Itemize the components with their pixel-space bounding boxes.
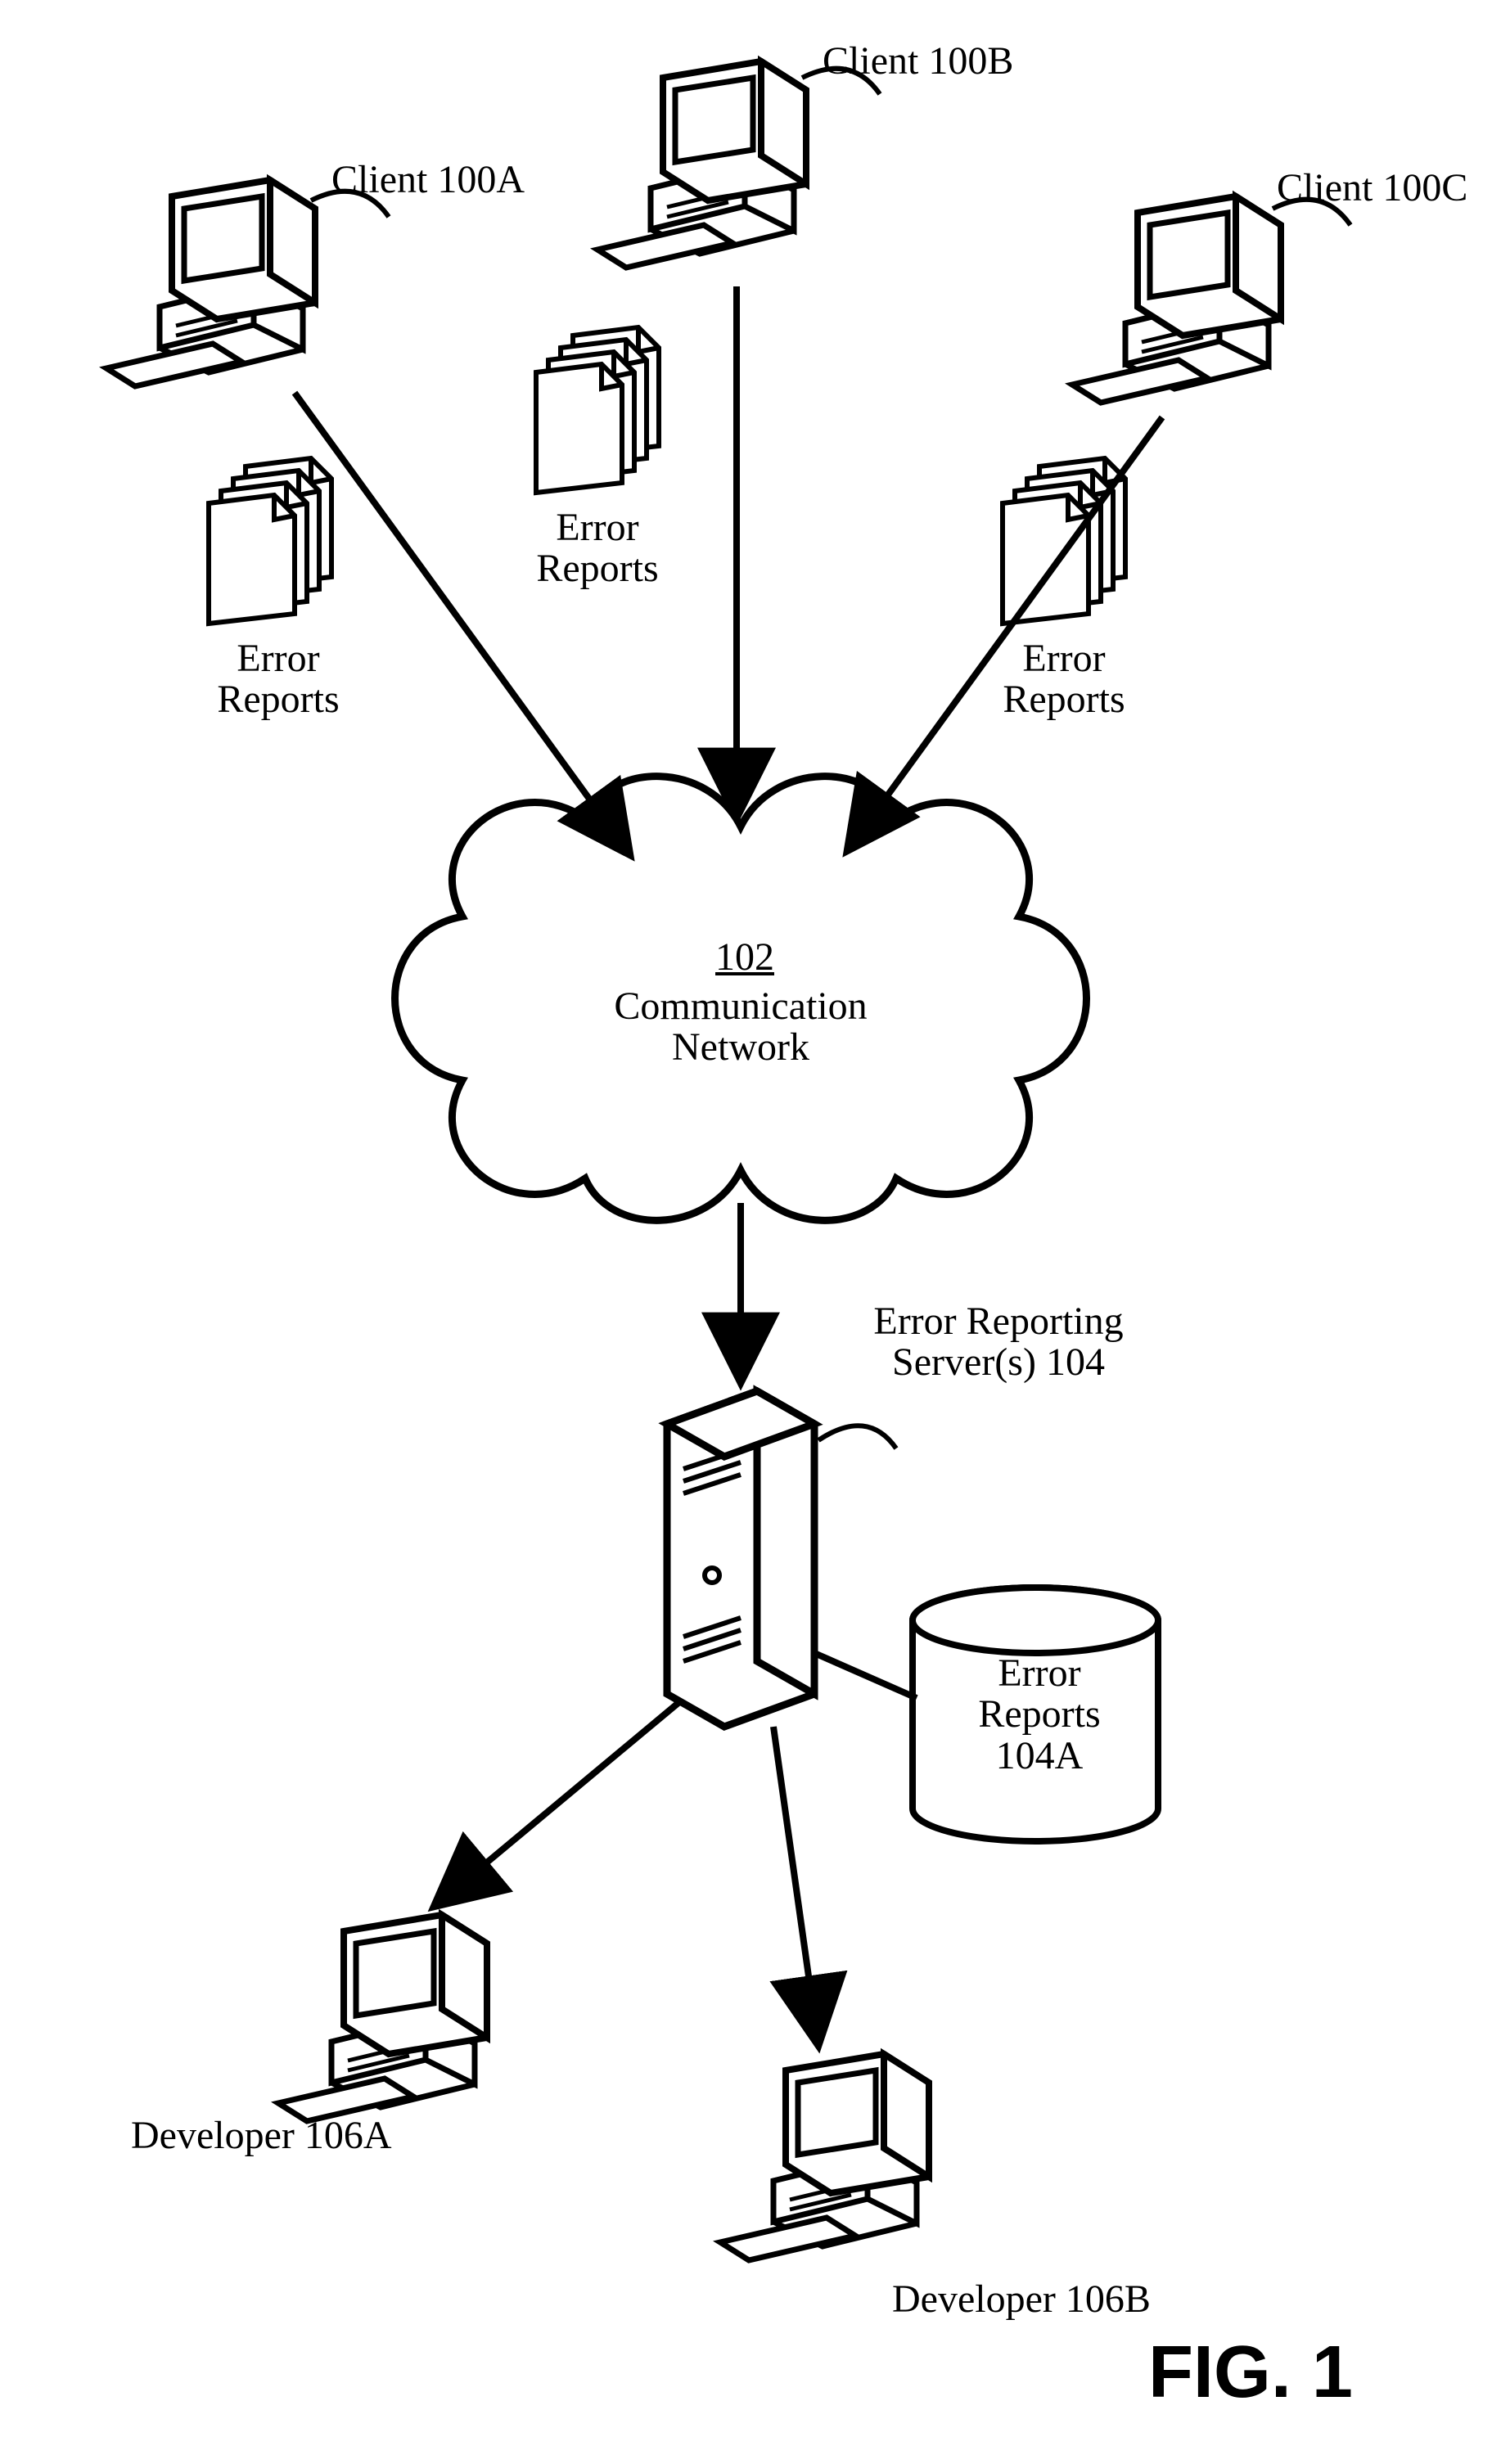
network-id: 102 xyxy=(622,937,868,978)
database-label: Error Reports 104A xyxy=(953,1653,1125,1777)
error-reports-b-icon xyxy=(536,327,659,493)
developer-a-label: Developer 106A xyxy=(131,2115,392,2156)
error-reports-c-icon xyxy=(1003,458,1125,624)
client-c-label: Client 100C xyxy=(1277,168,1467,209)
client-a-label: Client 100A xyxy=(331,160,525,200)
server-icon xyxy=(667,1391,814,1727)
developer-b-icon xyxy=(720,2054,929,2260)
error-reports-b-label: Error Reports xyxy=(524,507,671,590)
client-c-icon xyxy=(1072,196,1281,403)
developer-b-label: Developer 106B xyxy=(892,2279,1151,2320)
arrow-server-to-dev-b xyxy=(773,1727,818,2046)
developer-a-icon xyxy=(278,1915,487,2121)
arrow-server-to-dev-a xyxy=(434,1702,679,1907)
error-reports-a-label: Error Reports xyxy=(205,638,352,721)
server-label: Error Reporting Server(s) 104 xyxy=(843,1301,1154,1384)
error-reports-c-label: Error Reports xyxy=(990,638,1138,721)
client-b-label: Client 100B xyxy=(823,41,1013,82)
line-server-to-db xyxy=(814,1653,917,1698)
server-callout xyxy=(818,1426,896,1448)
error-reports-a-icon xyxy=(209,458,331,624)
figure-label: FIG. 1 xyxy=(1148,2331,1353,2415)
arrow-client-c-to-network xyxy=(847,417,1162,851)
client-b-icon xyxy=(597,61,806,268)
client-a-icon xyxy=(106,180,315,386)
network-caption: Communication Network xyxy=(597,986,884,1069)
